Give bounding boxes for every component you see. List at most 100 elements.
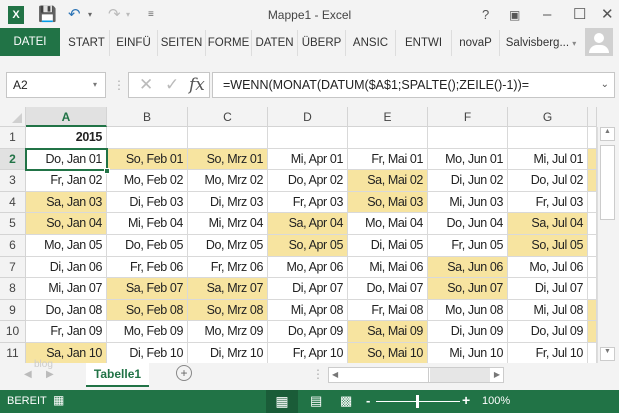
zoom-in-icon[interactable]: + [462, 392, 470, 408]
insert-function-icon[interactable]: fx [189, 75, 205, 95]
scroll-up-icon[interactable]: ▲ [600, 127, 615, 141]
cell-E9[interactable]: Fr, Mai 08 [348, 299, 428, 322]
row-header-6[interactable]: 6 [0, 235, 26, 257]
cell-G10[interactable]: Do, Jul 09 [508, 321, 588, 343]
row-header-2[interactable]: 2 [0, 148, 26, 171]
cell-G7[interactable]: Mo, Jul 06 [508, 256, 588, 279]
cell-D3[interactable]: Do, Apr 02 [268, 170, 348, 192]
row-header-10[interactable]: 10 [0, 321, 26, 343]
cell-C9[interactable]: So, Mrz 08 [188, 299, 268, 322]
cell-C11[interactable]: Di, Mrz 10 [188, 343, 268, 365]
cell-G1[interactable] [508, 127, 588, 149]
cell-D5[interactable]: Sa, Apr 04 [268, 213, 348, 235]
cell-C1[interactable] [188, 127, 268, 149]
cell-D7[interactable]: Mo, Apr 06 [268, 256, 348, 279]
next-sheet-icon[interactable]: ▶ [46, 369, 54, 380]
cell-A5[interactable]: So, Jan 04 [26, 213, 107, 235]
macro-record-icon[interactable]: ▦ [53, 393, 64, 407]
sheet-tab-tabelle1[interactable]: Tabelle1 [86, 363, 149, 387]
cell-A8[interactable]: Mi, Jan 07 [26, 278, 107, 300]
cell-G3[interactable]: Do, Jul 02 [508, 170, 588, 192]
avatar[interactable] [585, 28, 613, 56]
cell-F3[interactable]: Di, Jun 02 [428, 170, 508, 192]
cell-F10[interactable]: Di, Jun 09 [428, 321, 508, 343]
cell-C5[interactable]: Mi, Mrz 04 [188, 213, 268, 235]
cell-B5[interactable]: Mi, Feb 04 [107, 213, 188, 235]
column-header-e[interactable]: E [348, 107, 428, 127]
column-header-d[interactable]: D [268, 107, 348, 127]
expand-formula-icon[interactable]: ⌄ [601, 73, 609, 97]
cell-D8[interactable]: Di, Apr 07 [268, 278, 348, 300]
cell-H10[interactable] [588, 321, 597, 343]
tab-daten[interactable]: DATEN [252, 30, 298, 56]
cell-G5[interactable]: Sa, Jul 04 [508, 213, 588, 235]
cell-E2[interactable]: Fr, Mai 01 [348, 148, 428, 171]
cell-H1[interactable] [588, 127, 597, 149]
row-header-5[interactable]: 5 [0, 213, 26, 235]
cell-B8[interactable]: Sa, Feb 07 [107, 278, 188, 300]
cell-F4[interactable]: Mi, Jun 03 [428, 191, 508, 214]
close-icon[interactable]: ✕ [601, 6, 614, 24]
cell-H4[interactable] [588, 191, 597, 214]
row-header-1[interactable]: 1 [0, 127, 26, 149]
cell-G4[interactable]: Fr, Jul 03 [508, 191, 588, 214]
cell-D1[interactable] [268, 127, 348, 149]
cell-A1[interactable]: 2015 [26, 127, 107, 149]
cell-H6[interactable] [588, 235, 597, 257]
zoom-out-icon[interactable]: - [366, 393, 370, 408]
cell-F2[interactable]: Mo, Jun 01 [428, 148, 508, 171]
cell-G11[interactable]: Fr, Jul 10 [508, 343, 588, 365]
cell-D9[interactable]: Mi, Apr 08 [268, 299, 348, 322]
cell-H7[interactable] [588, 256, 597, 279]
cell-B11[interactable]: Di, Feb 10 [107, 343, 188, 365]
maximize-icon[interactable]: ☐ [573, 6, 586, 24]
tab-start[interactable]: START [64, 30, 110, 56]
cell-G8[interactable]: Di, Jul 07 [508, 278, 588, 300]
vertical-scroll-thumb[interactable] [600, 145, 615, 220]
cell-B2[interactable]: So, Feb 01 [107, 148, 188, 171]
column-header-h[interactable] [588, 107, 597, 127]
vertical-scrollbar[interactable]: ▲ ▼ [597, 127, 616, 363]
cell-C6[interactable]: Do, Mrz 05 [188, 235, 268, 257]
cell-E1[interactable] [348, 127, 428, 149]
prev-sheet-icon[interactable]: ◀ [24, 369, 32, 380]
column-header-g[interactable]: G [508, 107, 588, 127]
tab-einfuegen[interactable]: EINFÜ [110, 30, 158, 56]
tab-novap[interactable]: novaP [452, 30, 500, 56]
cell-E7[interactable]: Mi, Mai 06 [348, 256, 428, 279]
add-sheet-icon[interactable]: + [176, 365, 192, 381]
cell-B9[interactable]: So, Feb 08 [107, 299, 188, 322]
cell-B6[interactable]: Do, Feb 05 [107, 235, 188, 257]
column-header-f[interactable]: F [428, 107, 508, 127]
row-header-4[interactable]: 4 [0, 191, 26, 214]
user-account-menu[interactable]: Salvisberg... ▾ [502, 30, 580, 56]
tab-formeln[interactable]: FORME [206, 30, 252, 56]
row-header-3[interactable]: 3 [0, 170, 26, 192]
tab-ueberpruefen[interactable]: ÜBERP [298, 30, 346, 56]
cell-E10[interactable]: Sa, Mai 09 [348, 321, 428, 343]
cell-B4[interactable]: Di, Feb 03 [107, 191, 188, 214]
zoom-level[interactable]: 100% [482, 395, 510, 407]
scroll-left-icon[interactable]: ◀ [332, 370, 338, 379]
page-break-view-icon[interactable]: ▩ [340, 393, 352, 409]
row-header-8[interactable]: 8 [0, 278, 26, 300]
cell-D2[interactable]: Mi, Apr 01 [268, 148, 348, 171]
enter-check-icon[interactable]: ✓ [165, 75, 179, 95]
cell-H2[interactable] [588, 148, 597, 171]
drag-handle-icon[interactable]: ⋮ [113, 78, 125, 92]
cell-F9[interactable]: Mo, Jun 08 [428, 299, 508, 322]
cell-B7[interactable]: Fr, Feb 06 [107, 256, 188, 279]
scroll-right-icon[interactable]: ▶ [494, 370, 500, 379]
ribbon-display-icon[interactable]: ▣ [509, 6, 520, 24]
cell-C3[interactable]: Mo, Mrz 02 [188, 170, 268, 192]
cell-C2[interactable]: So, Mrz 01 [188, 148, 268, 171]
formula-input[interactable]: =WENN(MONAT(DATUM($A$1;SPALTE();ZEILE()-… [212, 72, 615, 98]
name-box[interactable]: A2 ▾ [6, 72, 106, 98]
cell-C10[interactable]: Mo, Mrz 09 [188, 321, 268, 343]
cell-B3[interactable]: Mo, Feb 02 [107, 170, 188, 192]
tab-datei[interactable]: DATEI [0, 28, 60, 56]
cell-E3[interactable]: Sa, Mai 02 [348, 170, 428, 192]
cell-C4[interactable]: Di, Mrz 03 [188, 191, 268, 214]
cell-D10[interactable]: Do, Apr 09 [268, 321, 348, 343]
cell-G6[interactable]: So, Jul 05 [508, 235, 588, 257]
